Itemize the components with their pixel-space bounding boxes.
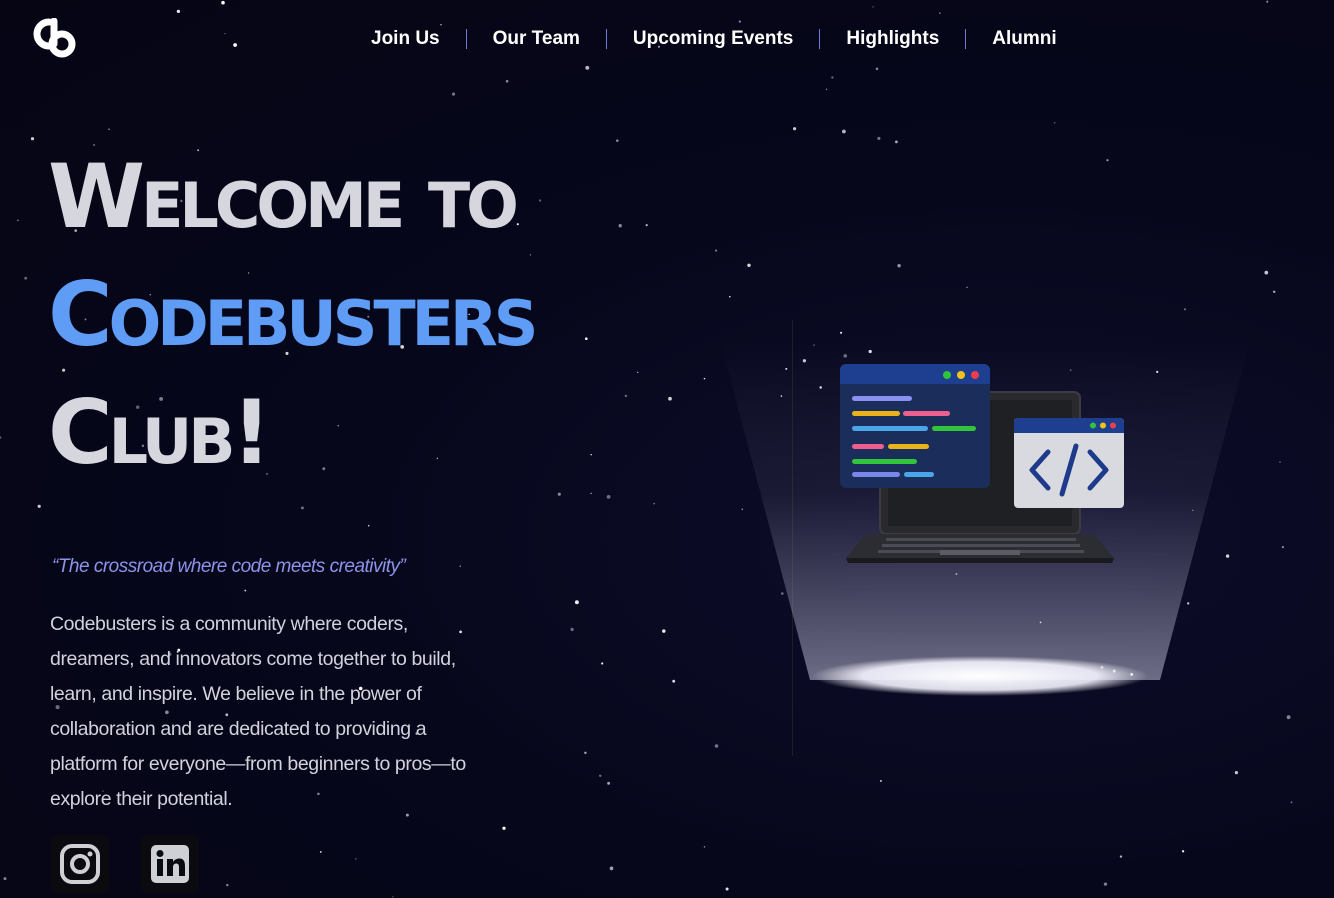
star <box>877 136 881 140</box>
star <box>24 276 28 280</box>
star <box>606 495 611 499</box>
hero-tagline: “The crossroad where code meets creativi… <box>52 556 406 577</box>
star <box>738 20 741 23</box>
star <box>505 79 509 83</box>
star <box>875 67 879 71</box>
star <box>451 92 456 96</box>
main-nav: Join Us Our Team Upcoming Events Highlig… <box>345 24 1083 54</box>
star <box>939 12 941 14</box>
spotlight-pool <box>812 656 1148 696</box>
star <box>30 137 35 141</box>
linkedin-icon <box>151 845 189 883</box>
star <box>233 43 238 47</box>
star <box>590 492 592 495</box>
nav-highlights[interactable]: Highlights <box>820 28 965 50</box>
star <box>584 337 588 341</box>
star <box>897 263 901 268</box>
star <box>1266 0 1269 3</box>
star <box>668 396 672 401</box>
star <box>1234 770 1239 775</box>
star <box>584 751 587 755</box>
star <box>300 506 304 510</box>
star <box>653 502 655 505</box>
nav-join-us[interactable]: Join Us <box>345 28 466 50</box>
star <box>319 850 322 853</box>
star <box>1272 290 1276 294</box>
code-window-icon <box>840 364 990 488</box>
star <box>601 662 604 665</box>
page: Join Us Our Team Upcoming Events Highlig… <box>0 0 1334 898</box>
instagram-link[interactable] <box>51 835 109 893</box>
spotlight-laptop-illustration <box>720 340 1250 696</box>
star <box>645 223 648 227</box>
star <box>831 76 834 79</box>
star <box>1053 121 1056 124</box>
hero-description: Codebusters is a community where coders,… <box>50 613 466 810</box>
star <box>538 199 542 202</box>
star <box>879 779 882 782</box>
nav-our-team[interactable]: Our Team <box>467 28 606 50</box>
hero-title-line-1: Welcome to <box>48 145 519 248</box>
star <box>570 627 574 632</box>
star <box>1181 850 1185 853</box>
star <box>1290 801 1293 804</box>
star <box>793 127 797 131</box>
star <box>1106 159 1109 162</box>
star <box>607 781 611 785</box>
instagram-icon <box>60 844 100 884</box>
star <box>176 9 181 14</box>
star <box>590 453 592 456</box>
nav-upcoming-events[interactable]: Upcoming Events <box>607 28 819 50</box>
star <box>244 589 247 592</box>
codebusters-logo-icon[interactable] <box>32 17 78 60</box>
star <box>714 744 719 748</box>
star <box>392 896 394 898</box>
star <box>747 263 751 268</box>
star <box>1119 855 1123 858</box>
star <box>502 826 506 830</box>
star <box>895 140 898 144</box>
star <box>728 295 731 298</box>
star <box>221 0 225 5</box>
star <box>825 88 828 91</box>
star <box>672 679 676 683</box>
star <box>703 846 706 848</box>
star <box>966 286 968 288</box>
linkedin-link[interactable] <box>141 835 199 893</box>
star <box>715 249 718 252</box>
star <box>637 371 639 374</box>
star <box>1103 882 1108 886</box>
star <box>725 887 729 891</box>
star <box>355 858 357 860</box>
hero-title: Welcome to Codebusters Club! <box>48 138 538 492</box>
star <box>108 128 110 131</box>
star <box>17 219 19 222</box>
star <box>224 32 226 35</box>
star <box>609 866 614 871</box>
star <box>1264 270 1269 275</box>
star <box>624 394 628 398</box>
hero-title-line-3: Club! <box>48 381 272 484</box>
star <box>0 436 2 439</box>
star <box>574 600 579 605</box>
star <box>842 129 846 134</box>
star <box>616 139 619 142</box>
star <box>598 774 602 778</box>
star <box>37 504 41 508</box>
star <box>459 565 462 567</box>
star <box>367 524 370 527</box>
star <box>557 492 561 496</box>
hero-title-line-2: Codebusters <box>48 263 538 366</box>
code-brackets-window-icon <box>1014 418 1124 508</box>
star <box>3 877 7 881</box>
star <box>585 65 590 70</box>
nav-alumni[interactable]: Alumni <box>966 28 1082 50</box>
star <box>872 6 874 8</box>
star <box>226 883 229 887</box>
star <box>662 629 666 633</box>
star <box>618 224 622 228</box>
